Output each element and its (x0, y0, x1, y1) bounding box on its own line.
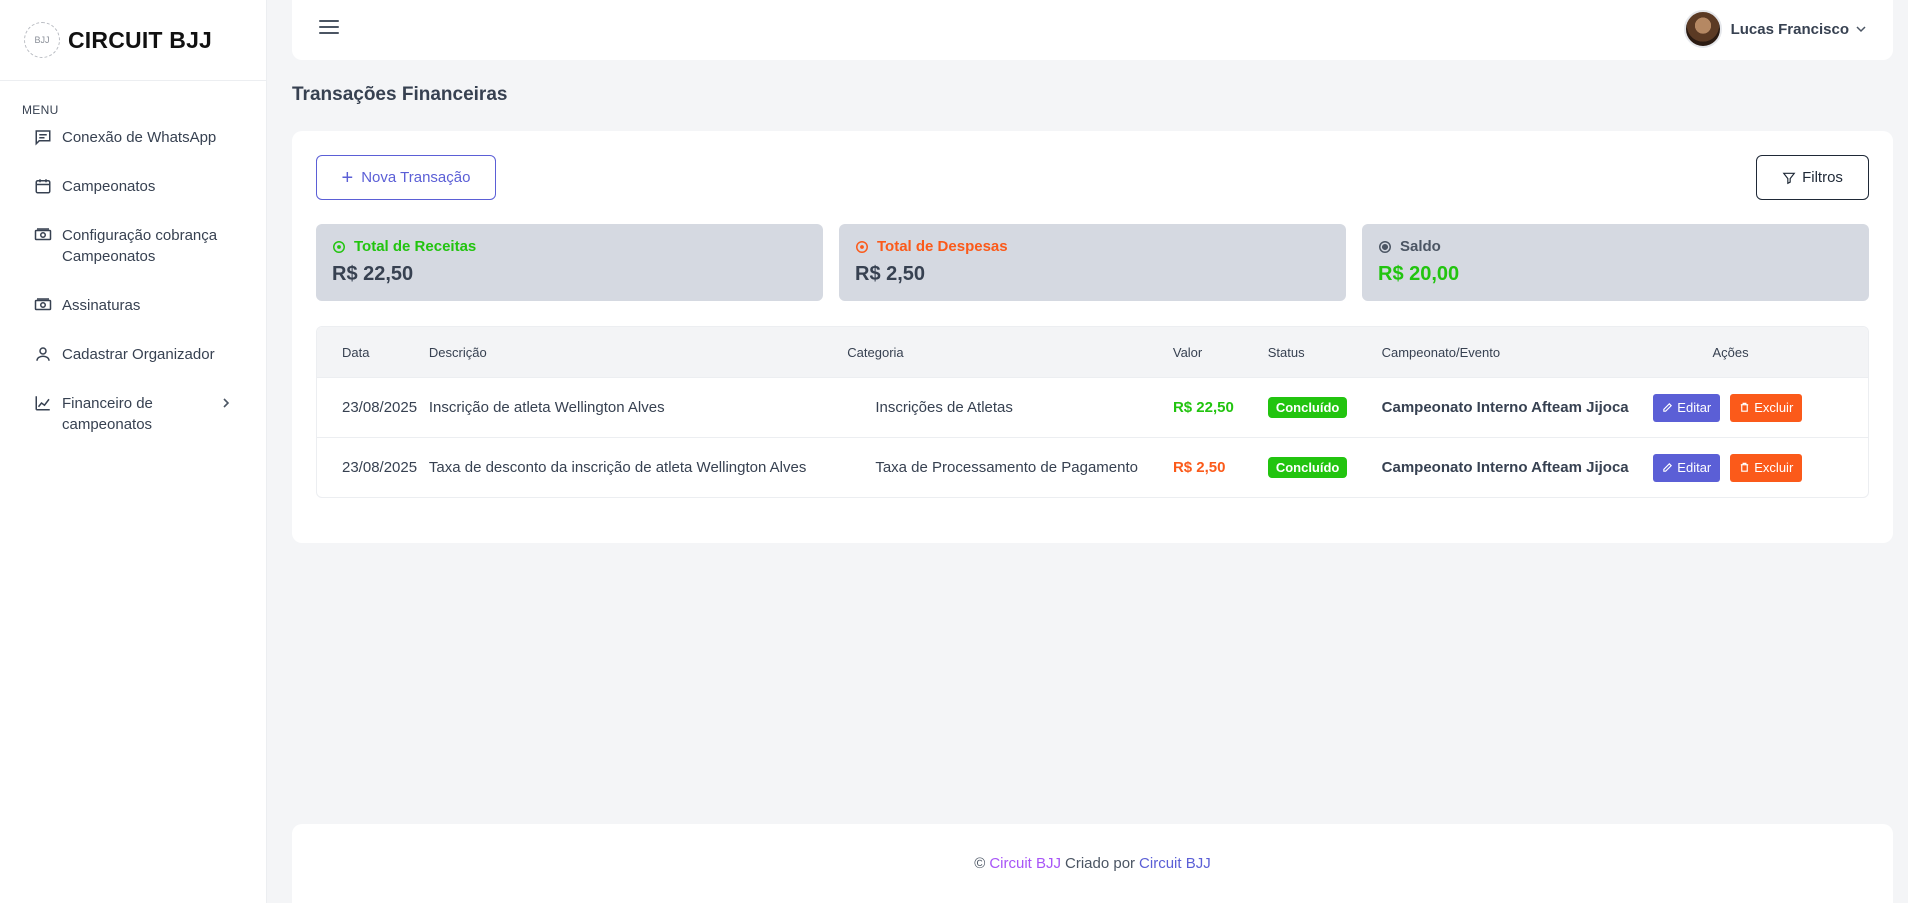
cell-valor: R$ 22,50 (1172, 399, 1234, 416)
cell-descricao: Taxa de desconto da inscrição de atleta … (428, 459, 807, 476)
new-transaction-label: Nova Transação (361, 169, 471, 186)
footer-copyright: © (974, 855, 986, 872)
sidebar-item-label: Campeonatos (62, 178, 156, 195)
transactions-table: Data Descrição Categoria Valor Status Ca… (316, 326, 1869, 498)
trash-icon (1741, 462, 1749, 472)
sidebar-item-assinaturas[interactable]: Assinaturas (0, 295, 266, 316)
pencil-icon (1663, 463, 1673, 472)
chevron-down-icon (1856, 26, 1866, 33)
footer-brand-link[interactable]: Circuit BJJ (989, 855, 1061, 872)
delete-button[interactable]: Excluir (1730, 393, 1803, 422)
pencil-icon (1663, 403, 1673, 412)
summary-despesas-title: Total de Despesas (855, 238, 1330, 255)
cell-campeonato: Campeonato Interno Afteam Jijoca (1381, 459, 1629, 476)
column-header-acoes: Ações (1712, 344, 1749, 360)
column-header-valor[interactable]: Valor (1173, 345, 1268, 360)
cell-descricao: Inscrição de atleta Wellington Alves (428, 399, 665, 416)
chevron-right-icon (223, 398, 230, 408)
sidebar-item-campeonatos[interactable]: Campeonatos (0, 176, 266, 197)
calendar-icon (35, 179, 51, 194)
user-icon (36, 347, 50, 361)
filter-icon (1782, 172, 1796, 184)
cell-valor: R$ 2,50 (1172, 459, 1226, 476)
sidebar-item-label: Assinaturas (62, 297, 141, 314)
column-header-status[interactable]: Status (1268, 345, 1382, 360)
cell-data: 23/08/2025 (342, 459, 418, 476)
new-transaction-button[interactable]: + Nova Transação (316, 155, 496, 200)
sidebar-item-configuracao-cobranca[interactable]: Configuração cobrança Campeonatos (0, 225, 266, 267)
sidebar: BJJ CIRCUIT BJJ MENU Conexão de WhatsApp… (0, 0, 267, 903)
edit-label: Editar (1677, 400, 1712, 415)
brand-name: CIRCUIT BJJ (68, 26, 213, 53)
plus-icon: + (341, 166, 354, 189)
summary-saldo-label: Saldo (1400, 238, 1441, 255)
cell-categoria: Taxa de Processamento de Pagamento (875, 459, 1138, 476)
footer-author-link[interactable]: Circuit BJJ (1139, 855, 1211, 872)
footer-created-by: Criado por (1065, 855, 1136, 872)
cell-status: Concluído (1267, 457, 1382, 478)
edit-button[interactable]: Editar (1653, 453, 1721, 482)
summary-receitas: Total de Receitas R$ 22,50 (316, 224, 823, 301)
cell-campeonato: Campeonato Interno Afteam Jijoca (1381, 399, 1629, 416)
filters-label: Filtros (1802, 169, 1843, 186)
brand-logo: BJJ (24, 22, 60, 58)
brand[interactable]: BJJ CIRCUIT BJJ (0, 0, 266, 81)
edit-button[interactable]: Editar (1653, 393, 1721, 422)
sidebar-item-cadastrar-organizador[interactable]: Cadastrar Organizador (0, 344, 266, 365)
user-menu[interactable]: Lucas Francisco (1683, 10, 1867, 48)
trash-icon (1741, 402, 1749, 412)
summary-despesas-value: R$ 2,50 (855, 263, 926, 285)
balance-icon (1379, 240, 1391, 253)
summary-saldo-title: Saldo (1378, 238, 1853, 255)
sidebar-item-label: Financeiro de campeonatos (62, 395, 153, 433)
table-header: Data Descrição Categoria Valor Status Ca… (317, 327, 1868, 377)
sidebar-item-label: Configuração cobrança Campeonatos (62, 227, 218, 265)
column-header-categoria[interactable]: Categoria (847, 345, 1173, 360)
money-icon (34, 228, 52, 241)
sidebar-item-label: Cadastrar Organizador (62, 346, 215, 363)
sidebar-item-whatsapp[interactable]: Conexão de WhatsApp (0, 127, 266, 148)
sidebar-menu: Conexão de WhatsApp Campeonatos Configur… (0, 127, 266, 435)
summary-despesas: Total de Despesas R$ 2,50 (839, 224, 1346, 301)
summary-saldo: Saldo R$ 20,00 (1362, 224, 1869, 301)
avatar (1683, 10, 1722, 48)
hamburger-menu-icon[interactable] (319, 20, 339, 38)
delete-label: Excluir (1754, 400, 1794, 415)
filters-button[interactable]: Filtros (1756, 155, 1869, 200)
sidebar-item-financeiro[interactable]: Financeiro de campeonatos (0, 393, 266, 435)
summary-receitas-value: R$ 22,50 (332, 263, 414, 285)
delete-label: Excluir (1754, 460, 1794, 475)
minus-circle-icon (856, 240, 868, 253)
table-row: 23/08/2025 Taxa de desconto da inscrição… (317, 437, 1868, 497)
cell-acoes: Editar Excluir (1653, 453, 1868, 482)
page-title: Transações Financeiras (292, 84, 508, 105)
money-icon (34, 298, 52, 311)
cell-categoria: Inscrições de Atletas (875, 399, 1013, 416)
plus-circle-icon (333, 240, 345, 253)
summary-saldo-value: R$ 20,00 (1378, 263, 1460, 285)
footer: © Circuit BJJ Criado por Circuit BJJ (292, 824, 1893, 903)
edit-label: Editar (1677, 460, 1712, 475)
summary-receitas-label: Total de Receitas (354, 238, 477, 255)
cell-data: 23/08/2025 (342, 399, 418, 416)
delete-button[interactable]: Excluir (1730, 453, 1803, 482)
summary-despesas-label: Total de Despesas (877, 238, 1008, 255)
message-icon (35, 130, 51, 146)
column-header-data[interactable]: Data (317, 345, 429, 360)
summary-receitas-title: Total de Receitas (332, 238, 807, 255)
status-badge: Concluído (1267, 457, 1348, 478)
table-row: 23/08/2025 Inscrição de atleta Wellingto… (317, 377, 1868, 437)
cell-status: Concluído (1267, 397, 1382, 418)
cell-acoes: Editar Excluir (1653, 393, 1868, 422)
column-header-descricao[interactable]: Descrição (429, 345, 847, 360)
chart-icon (35, 396, 50, 411)
column-header-campeonato[interactable]: Campeonato/Evento (1382, 345, 1654, 360)
user-name: Lucas Francisco (1730, 20, 1849, 38)
menu-heading: MENU (22, 103, 59, 117)
status-badge: Concluído (1267, 397, 1348, 418)
transactions-card: + Nova Transação Filtros Total de Receit… (292, 131, 1893, 543)
topbar: Lucas Francisco (292, 0, 1893, 60)
sidebar-item-label: Conexão de WhatsApp (62, 129, 217, 146)
